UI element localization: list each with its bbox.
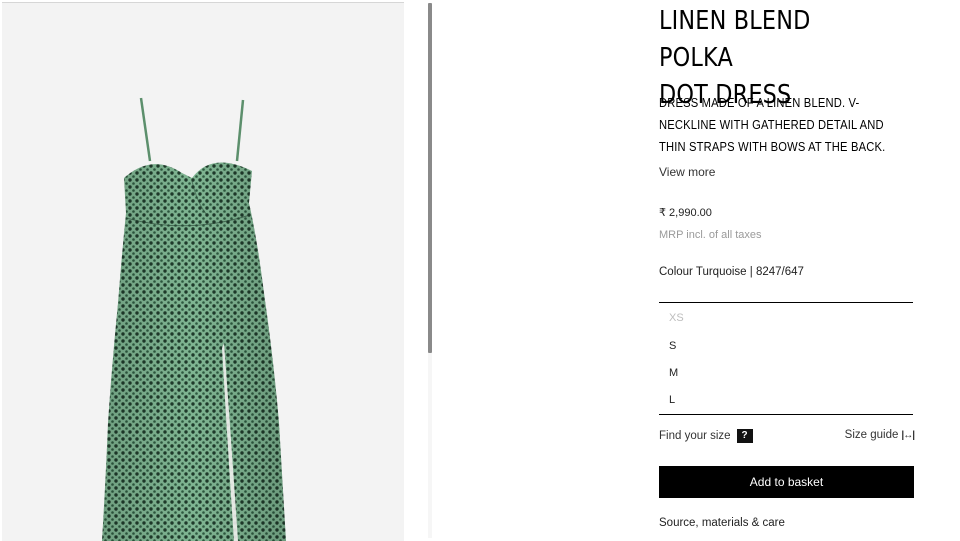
- size-selector: XS S M L: [659, 302, 913, 415]
- view-more-link[interactable]: View more: [659, 165, 715, 179]
- find-your-size-link[interactable]: Find your size ?: [659, 429, 753, 443]
- product-price: ₹ 2,990.00: [659, 207, 712, 219]
- source-materials-care-link[interactable]: Source, materials & care: [659, 517, 785, 529]
- left-strap: [139, 97, 152, 162]
- size-guide-label: Size guide: [844, 429, 899, 441]
- size-option-m[interactable]: M: [669, 367, 678, 379]
- product-description: DRESS MADE OF A LINEN BLEND. V-NECKLINE …: [659, 95, 886, 154]
- size-option-s[interactable]: S: [669, 340, 676, 352]
- size-option-xs[interactable]: XS: [669, 312, 684, 324]
- find-your-size-label: Find your size: [659, 430, 731, 442]
- right-strap: [235, 99, 245, 162]
- colour-reference: Colour Turquoise | 8247/647: [659, 266, 804, 278]
- question-icon: ?: [736, 429, 753, 443]
- dress-illustration: [102, 97, 286, 541]
- tax-note: MRP incl. of all taxes: [659, 229, 762, 241]
- product-image[interactable]: [2, 2, 404, 541]
- size-option-l[interactable]: L: [669, 394, 675, 406]
- size-guide-link[interactable]: Size guide |↔|: [844, 429, 915, 441]
- ruler-arrows-icon: |↔|: [901, 429, 915, 441]
- scrollbar-thumb[interactable]: [428, 3, 432, 353]
- add-to-basket-button[interactable]: Add to basket: [659, 466, 914, 498]
